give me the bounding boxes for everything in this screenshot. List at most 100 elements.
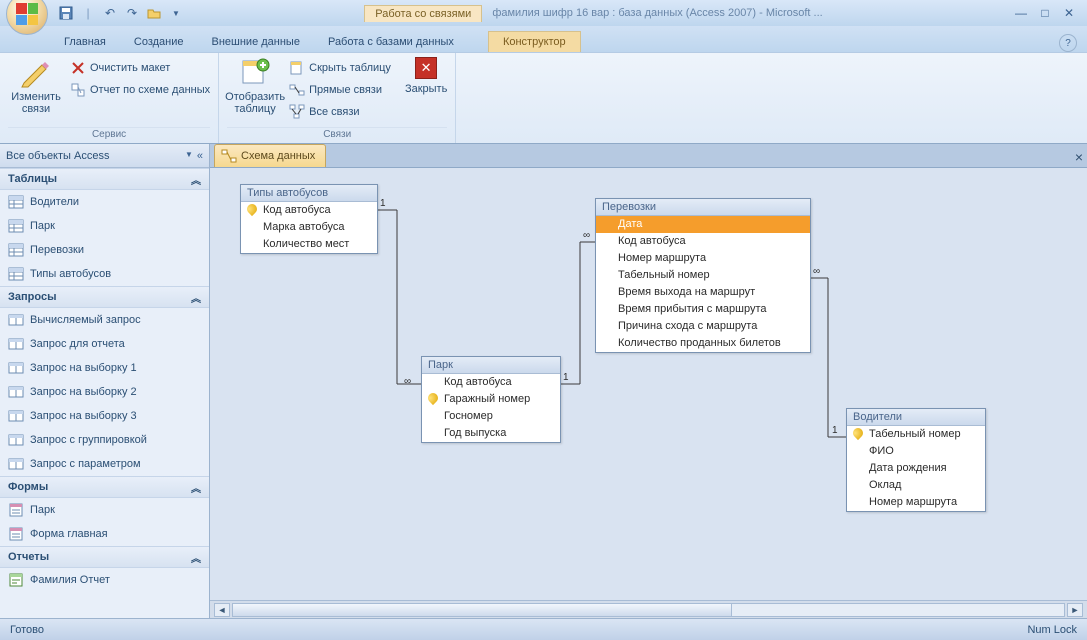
query-icon <box>8 432 24 448</box>
nav-item-table[interactable]: Водители <box>0 190 209 214</box>
scroll-track[interactable] <box>232 603 1065 617</box>
all-rel-icon <box>289 104 305 120</box>
scroll-left-icon[interactable]: ◄ <box>214 603 230 617</box>
nav-group-tables[interactable]: Таблицы︽ <box>0 168 209 190</box>
nav-item-query[interactable]: Запрос на выборку 2 <box>0 380 209 404</box>
close-label: Закрыть <box>405 83 447 95</box>
report-icon <box>70 82 86 98</box>
scroll-thumb[interactable] <box>233 604 732 616</box>
quick-access-toolbar: | ↶ ↷ ▼ <box>54 0 184 26</box>
nav-item-label: Типы автобусов <box>30 268 111 280</box>
help-button[interactable]: ? <box>1059 34 1077 52</box>
table-field[interactable]: Дата рождения <box>847 460 985 477</box>
nav-group-queries-label: Запросы <box>8 291 56 303</box>
redo-icon[interactable]: ↷ <box>124 5 140 21</box>
nav-item-form[interactable]: Парк <box>0 498 209 522</box>
table-box-bus-types[interactable]: Типы автобусовКод автобусаМарка автобуса… <box>240 184 378 254</box>
tab-external[interactable]: Внешние данные <box>198 32 314 52</box>
nav-item-form[interactable]: Форма главная <box>0 522 209 546</box>
doc-tab-schema[interactable]: Схема данных <box>214 144 326 167</box>
doc-close-button[interactable]: × <box>1069 149 1087 167</box>
nav-item-query[interactable]: Запрос для отчета <box>0 332 209 356</box>
all-relations-button[interactable]: Все связи <box>289 101 391 123</box>
nav-item-label: Запрос на выборку 3 <box>30 410 137 422</box>
table-field[interactable]: Госномер <box>422 408 560 425</box>
table-field[interactable]: Количество мест <box>241 236 377 253</box>
nav-item-label: Парк <box>30 220 55 232</box>
maximize-button[interactable]: □ <box>1037 5 1053 21</box>
nav-group-forms[interactable]: Формы︽ <box>0 476 209 498</box>
table-box-park[interactable]: ПаркКод автобусаГаражный номерГосномерГо… <box>421 356 561 443</box>
open-icon[interactable] <box>146 5 162 21</box>
table-box-trips[interactable]: ПеревозкиДатаКод автобусаНомер маршрутаТ… <box>595 198 811 353</box>
table-field[interactable]: Табельный номер <box>847 426 985 443</box>
table-field[interactable]: Время выхода на маршрут <box>596 284 810 301</box>
nav-item-query[interactable]: Запрос на выборку 1 <box>0 356 209 380</box>
table-box-header[interactable]: Водители <box>847 409 985 426</box>
tab-design[interactable]: Конструктор <box>488 31 581 52</box>
close-relations-button[interactable]: ✕ Закрыть <box>405 57 447 95</box>
nav-item-query[interactable]: Запрос на выборку 3 <box>0 404 209 428</box>
clear-layout-button[interactable]: Очистить макет <box>70 57 210 79</box>
nav-item-query[interactable]: Запрос с группировкой <box>0 428 209 452</box>
direct-rel-label: Прямые связи <box>309 84 382 96</box>
nav-item-report[interactable]: Фамилия Отчет <box>0 568 209 592</box>
nav-dropdown-icon[interactable]: ▼ <box>185 150 193 162</box>
qat-dropdown-icon[interactable]: ▼ <box>168 5 184 21</box>
table-box-drivers[interactable]: ВодителиТабельный номерФИОДата рожденияО… <box>846 408 986 512</box>
table-field[interactable]: Табельный номер <box>596 267 810 284</box>
clear-layout-icon <box>70 60 86 76</box>
table-field[interactable]: Гаражный номер <box>422 391 560 408</box>
nav-item-query[interactable]: Вычисляемый запрос <box>0 308 209 332</box>
table-field[interactable]: Причина схода с маршрута <box>596 318 810 335</box>
table-field[interactable]: Оклад <box>847 477 985 494</box>
minimize-button[interactable]: — <box>1013 5 1029 21</box>
table-field[interactable]: Марка автобуса <box>241 219 377 236</box>
close-window-button[interactable]: ✕ <box>1061 5 1077 21</box>
status-numlock: Num Lock <box>1027 624 1077 636</box>
all-rel-label: Все связи <box>309 106 359 118</box>
cardinality-1: 1 <box>563 372 569 383</box>
relationships-canvas[interactable]: 1 ∞ 1 ∞ ∞ 1 Типы автобусовКод автобусаМа… <box>210 168 1087 600</box>
relationships-report-label: Отчет по схеме данных <box>90 84 210 96</box>
save-icon[interactable] <box>58 5 74 21</box>
show-table-button[interactable]: Отобразить таблицу <box>227 57 283 115</box>
horizontal-scrollbar[interactable]: ◄ ► <box>210 600 1087 618</box>
table-field[interactable]: Год выпуска <box>422 425 560 442</box>
table-box-header[interactable]: Типы автобусов <box>241 185 377 202</box>
nav-item-table[interactable]: Перевозки <box>0 238 209 262</box>
nav-item-query[interactable]: Запрос с параметром <box>0 452 209 476</box>
table-field[interactable]: Код автобуса <box>422 374 560 391</box>
app-title: фамилия шифр 16 вар : база данных (Acces… <box>482 7 832 19</box>
nav-item-table[interactable]: Парк <box>0 214 209 238</box>
nav-group-reports[interactable]: Отчеты︽ <box>0 546 209 568</box>
relationships-report-button[interactable]: Отчет по схеме данных <box>70 79 210 101</box>
direct-relations-button[interactable]: Прямые связи <box>289 79 391 101</box>
table-field[interactable]: Номер маршрута <box>596 250 810 267</box>
nav-item-table[interactable]: Типы автобусов <box>0 262 209 286</box>
nav-collapse-icon[interactable]: « <box>197 150 203 162</box>
table-field[interactable]: Время прибытия с маршрута <box>596 301 810 318</box>
table-icon <box>8 218 24 234</box>
table-field[interactable]: Количество проданных билетов <box>596 335 810 352</box>
nav-item-label: Вычисляемый запрос <box>30 314 141 326</box>
tab-create[interactable]: Создание <box>120 32 198 52</box>
edit-relationships-button[interactable]: Изменить связи <box>8 57 64 115</box>
status-bar: Готово Num Lock <box>0 618 1087 640</box>
table-box-header[interactable]: Парк <box>422 357 560 374</box>
table-icon <box>8 194 24 210</box>
hide-table-button[interactable]: Скрыть таблицу <box>289 57 391 79</box>
tab-dbtools[interactable]: Работа с базами данных <box>314 32 468 52</box>
table-field[interactable]: ФИО <box>847 443 985 460</box>
table-field[interactable]: Номер маршрута <box>847 494 985 511</box>
nav-group-queries[interactable]: Запросы︽ <box>0 286 209 308</box>
undo-icon[interactable]: ↶ <box>102 5 118 21</box>
chevron-up-icon: ︽ <box>191 172 201 187</box>
scroll-right-icon[interactable]: ► <box>1067 603 1083 617</box>
table-field[interactable]: Код автобуса <box>596 233 810 250</box>
tab-home[interactable]: Главная <box>50 32 120 52</box>
table-box-header[interactable]: Перевозки <box>596 199 810 216</box>
table-field[interactable]: Дата <box>596 216 810 233</box>
nav-pane-title[interactable]: Все объекты Access ▼ « <box>0 144 209 168</box>
table-field[interactable]: Код автобуса <box>241 202 377 219</box>
